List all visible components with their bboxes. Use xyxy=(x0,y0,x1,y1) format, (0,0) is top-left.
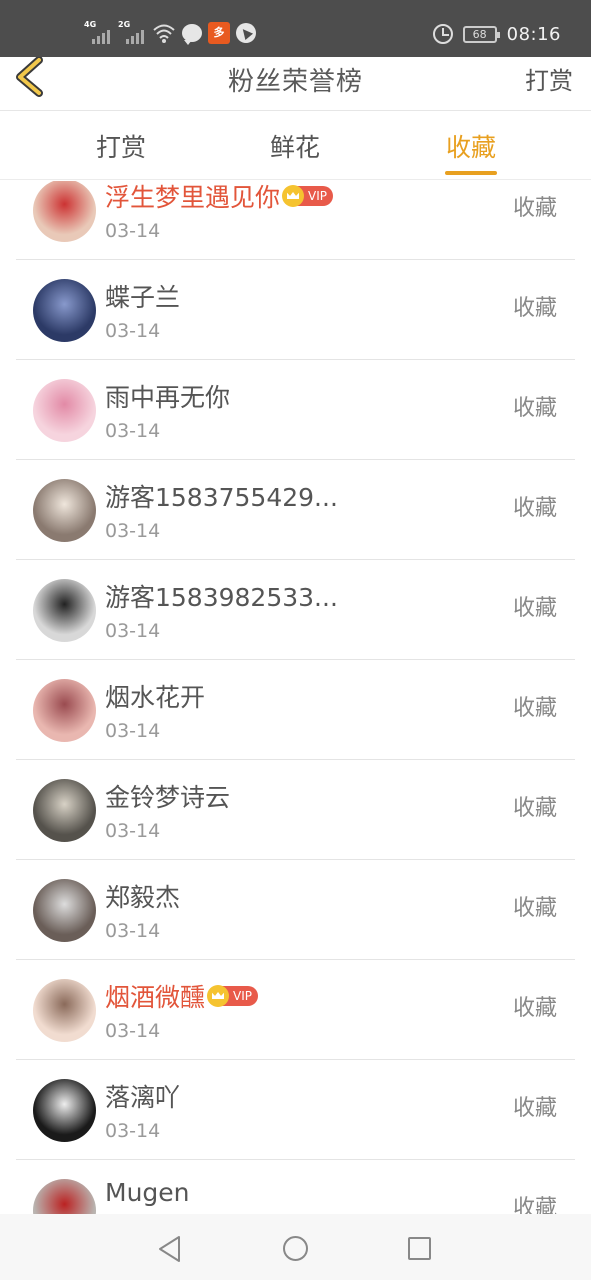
fan-action-label: 收藏 xyxy=(512,1196,557,1214)
fan-nickname: 游客1583755429... xyxy=(105,483,338,512)
nickname-wrap: 郑毅杰 xyxy=(105,878,180,914)
fan-action-label: 收藏 xyxy=(512,496,557,521)
nav-home-icon[interactable] xyxy=(283,1236,308,1261)
avatar[interactable] xyxy=(33,779,96,842)
fan-action-label: 收藏 xyxy=(512,996,557,1021)
fan-nickname: 落漓吖 xyxy=(105,1083,181,1112)
vip-badge: VIP xyxy=(207,985,258,1007)
crown-icon xyxy=(282,185,305,207)
nickname-wrap: 金铃梦诗云 xyxy=(105,778,230,814)
fan-date: 03-14 xyxy=(105,820,161,842)
fan-date: 03-14 xyxy=(105,1020,161,1042)
avatar[interactable] xyxy=(33,181,96,242)
app-notification-icon: 多 xyxy=(208,22,230,44)
signal-icon-2: 2G xyxy=(118,20,146,44)
avatar[interactable] xyxy=(33,879,96,942)
fan-date: 03-14 xyxy=(105,520,161,542)
signal-icon: 4G xyxy=(84,20,112,44)
fan-date: 03-14 xyxy=(105,320,161,342)
fan-action-label: 收藏 xyxy=(512,196,557,221)
nickname-wrap: 落漓吖 xyxy=(105,1078,180,1114)
clock: 08:16 xyxy=(506,23,561,45)
fan-nickname: 郑毅杰 xyxy=(105,883,181,912)
fan-list-item[interactable]: 烟酒微醺 VIP 03-14 收藏 xyxy=(0,960,591,1060)
fan-list-item[interactable]: 落漓吖 03-14 收藏 xyxy=(0,1060,591,1160)
page-title: 粉丝荣誉榜 xyxy=(227,67,363,97)
fan-nickname: 烟酒微醺 xyxy=(105,983,206,1012)
avatar[interactable] xyxy=(33,1079,96,1142)
avatar[interactable] xyxy=(33,1179,96,1214)
vip-badge: VIP xyxy=(282,185,333,207)
fan-list-item[interactable]: 郑毅杰 03-14 收藏 xyxy=(0,860,591,960)
fan-nickname: 烟水花开 xyxy=(105,683,206,712)
fan-list-item[interactable]: 蝶子兰 03-14 收藏 xyxy=(0,260,591,360)
fan-action-label: 收藏 xyxy=(512,1096,557,1121)
tab-favorites[interactable]: 收藏 xyxy=(421,128,521,164)
fan-date: 03-14 xyxy=(105,220,161,242)
system-navigation-bar xyxy=(0,1214,591,1280)
fan-list-item[interactable]: 游客1583982533... 03-14 收藏 xyxy=(0,560,591,660)
nickname-wrap: 烟水花开 xyxy=(105,678,205,714)
wifi-icon xyxy=(153,24,175,43)
nickname-wrap: 浮生梦里遇见你 VIP xyxy=(105,181,333,214)
active-tab-indicator xyxy=(445,171,497,175)
fan-action-label: 收藏 xyxy=(512,796,557,821)
sim1-label: 4G xyxy=(84,20,97,29)
fan-action-label: 收藏 xyxy=(512,296,557,321)
fan-nickname: 游客1583982533... xyxy=(105,583,338,612)
fan-nickname: Mugen xyxy=(105,1178,190,1207)
fan-list[interactable]: 浮生梦里遇见你 VIP 03-14 收藏 蝶子兰 03-14 收藏 雨中再无你 03-14 收藏游… xyxy=(0,181,591,1214)
fan-list-item[interactable]: 游客1583755429... 03-14 收藏 xyxy=(0,460,591,560)
nav-back-icon[interactable] xyxy=(157,1235,183,1263)
avatar[interactable] xyxy=(33,979,96,1042)
fan-action-label: 收藏 xyxy=(512,696,557,721)
fan-date: 03-14 xyxy=(105,920,161,942)
status-bar-left: 4G 2G 多 xyxy=(84,20,256,46)
nickname-wrap: 游客1583755429... xyxy=(105,478,338,514)
nav-recents-icon[interactable] xyxy=(408,1237,431,1260)
fan-nickname: 金铃梦诗云 xyxy=(105,783,231,812)
fan-action-label: 收藏 xyxy=(512,896,557,921)
sim2-label: 2G xyxy=(118,20,131,29)
location-icon xyxy=(236,23,256,43)
status-bar-right: 68 08:16 xyxy=(432,20,561,48)
tab-bar: 打赏 鲜花 收藏 xyxy=(0,112,591,180)
fan-list-item[interactable]: Mugen 收藏 xyxy=(0,1160,591,1214)
battery-icon: 68 xyxy=(462,25,500,43)
avatar[interactable] xyxy=(33,279,96,342)
header: 粉丝荣誉榜 打赏 xyxy=(0,57,591,111)
message-icon xyxy=(182,24,202,45)
nickname-wrap: 蝶子兰 xyxy=(105,278,180,314)
fan-nickname: 雨中再无你 xyxy=(105,383,231,412)
reward-button[interactable]: 打赏 xyxy=(525,61,573,96)
fan-nickname: 浮生梦里遇见你 xyxy=(105,183,281,212)
status-bar: 4G 2G 多 68 08:16 xyxy=(0,0,591,57)
nickname-wrap: 游客1583982533... xyxy=(105,578,338,614)
fan-list-item[interactable]: 浮生梦里遇见你 VIP 03-14 收藏 xyxy=(0,181,591,260)
fan-date: 03-14 xyxy=(105,1120,161,1142)
tab-reward[interactable]: 打赏 xyxy=(71,128,171,164)
fan-nickname: 蝶子兰 xyxy=(105,283,181,312)
fan-list-item[interactable]: 雨中再无你 03-14 收藏 xyxy=(0,360,591,460)
fan-list-item[interactable]: 烟水花开 03-14 收藏 xyxy=(0,660,591,760)
avatar[interactable] xyxy=(33,679,96,742)
nickname-wrap: Mugen xyxy=(105,1178,190,1207)
tab-flowers[interactable]: 鲜花 xyxy=(245,128,345,164)
avatar[interactable] xyxy=(33,479,96,542)
nickname-wrap: 烟酒微醺 VIP xyxy=(105,978,258,1014)
fan-date: 03-14 xyxy=(105,620,161,642)
avatar[interactable] xyxy=(33,379,96,442)
fan-date: 03-14 xyxy=(105,420,161,442)
fan-list-item[interactable]: 金铃梦诗云 03-14 收藏 xyxy=(0,760,591,860)
nickname-wrap: 雨中再无你 xyxy=(105,378,230,414)
fan-list-content: 浮生梦里遇见你 VIP 03-14 收藏 蝶子兰 03-14 收藏 雨中再无你 03-14 收藏游… xyxy=(0,181,591,1214)
alarm-icon xyxy=(432,24,453,44)
fan-action-label: 收藏 xyxy=(512,396,557,421)
fan-action-label: 收藏 xyxy=(512,596,557,621)
fan-date: 03-14 xyxy=(105,720,161,742)
crown-icon xyxy=(207,985,230,1007)
avatar[interactable] xyxy=(33,579,96,642)
